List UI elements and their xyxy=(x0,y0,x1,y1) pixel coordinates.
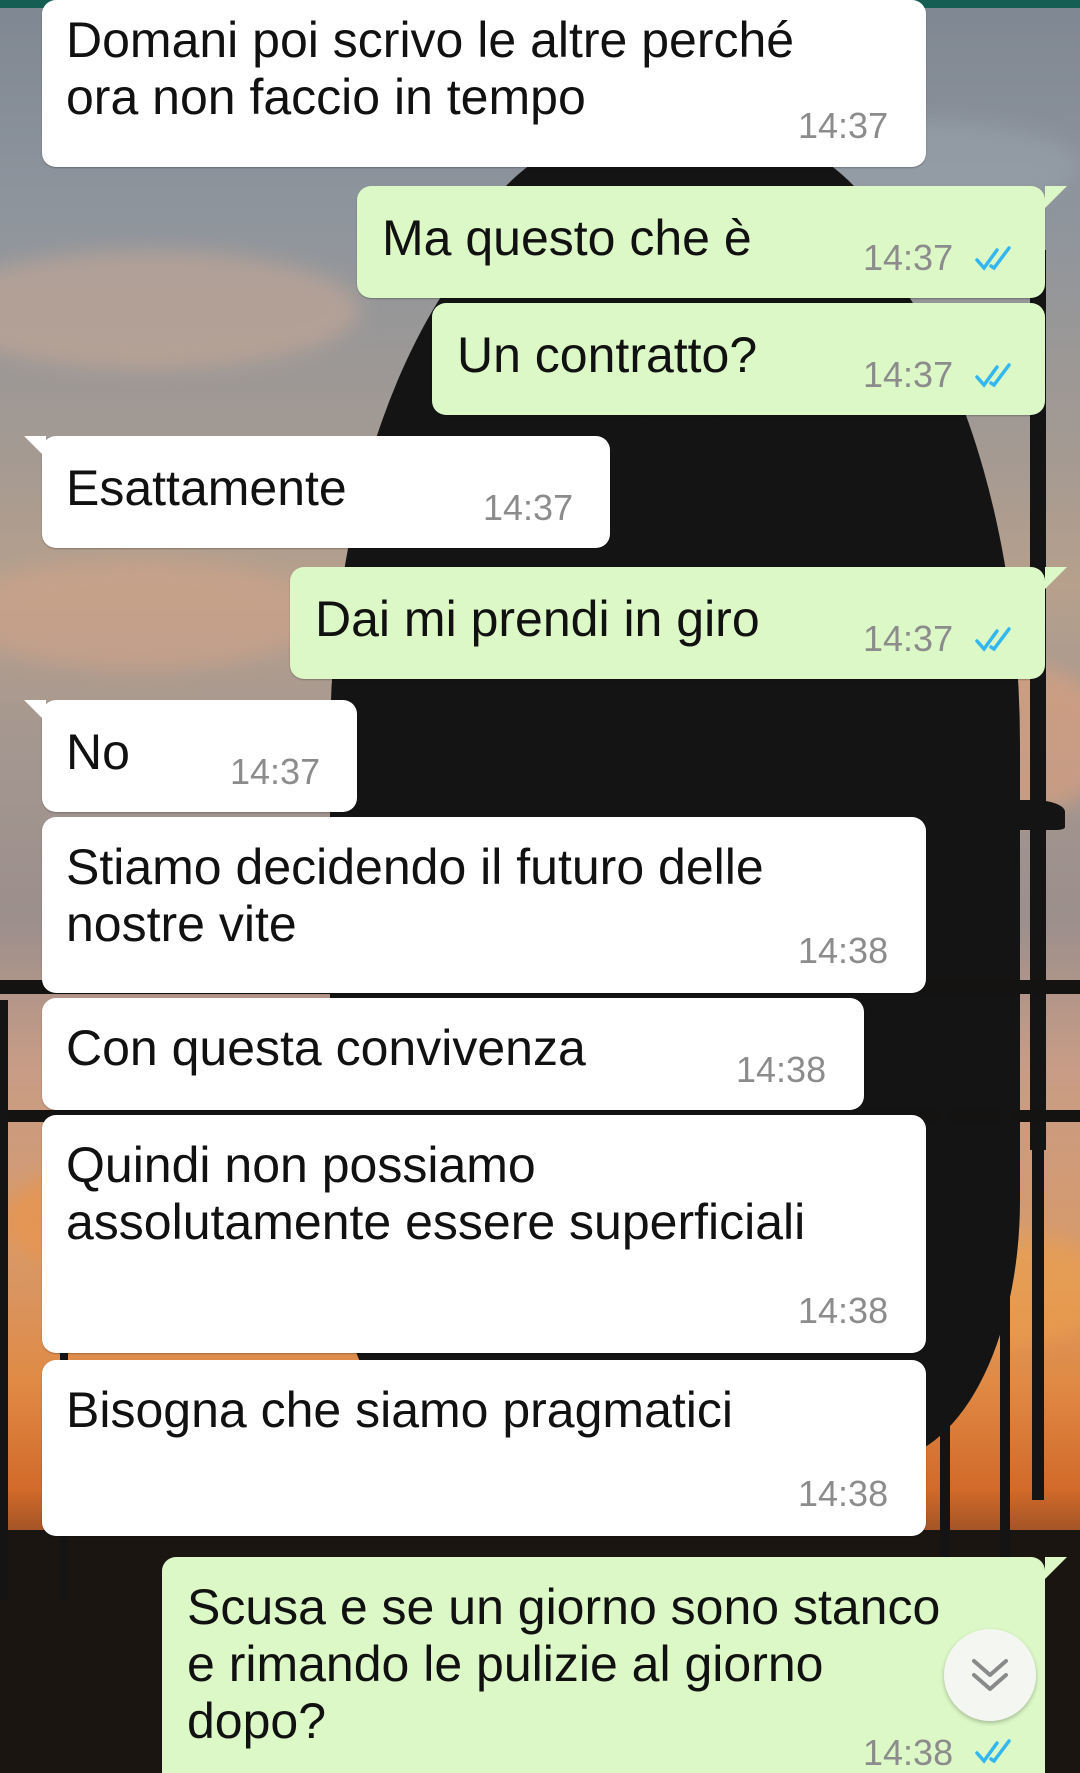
message-time: 14:38 xyxy=(798,1290,889,1331)
scroll-to-bottom-button[interactable] xyxy=(944,1629,1036,1721)
message-time: 14:37 xyxy=(483,487,574,528)
message-bubble-outgoing[interactable]: Un contratto? 14:37 xyxy=(432,303,1045,415)
message-time: 14:37 xyxy=(863,354,954,395)
message-text: Domani poi scrivo le altre perché ora no… xyxy=(66,12,795,125)
message-list[interactable]: Domani poi scrivo le altre perché ora no… xyxy=(0,0,1080,1773)
message-bubble-outgoing[interactable]: Ma questo che è 14:37 xyxy=(357,186,1067,298)
double-check-icon xyxy=(975,363,1011,388)
message-text: Stiamo decidendo il futuro delle nostre … xyxy=(66,839,764,952)
message-bubble-incoming[interactable]: Con questa convivenza 14:38 xyxy=(42,998,864,1110)
message-text: Bisogna che siamo pragmatici xyxy=(66,1382,733,1438)
double-check-icon xyxy=(975,246,1011,271)
chevron-double-down-icon xyxy=(972,1659,1008,1691)
message-time: 14:38 xyxy=(736,1049,827,1090)
message-text: Un contratto? xyxy=(457,327,758,383)
double-check-icon xyxy=(975,627,1011,652)
message-bubble-incoming[interactable]: Domani poi scrivo le altre perché ora no… xyxy=(42,0,926,167)
message-time: 14:37 xyxy=(230,751,321,792)
message-bubble-incoming[interactable]: No 14:37 xyxy=(24,700,357,812)
message-time: 14:38 xyxy=(863,1732,954,1773)
message-time: 14:37 xyxy=(863,237,954,278)
message-text: Quindi non possiamo assolutamente essere… xyxy=(66,1137,806,1250)
message-text: Dai mi prendi in giro xyxy=(315,591,760,647)
message-text: Con questa convivenza xyxy=(66,1020,586,1076)
message-text: Esattamente xyxy=(66,460,347,516)
message-time: 14:38 xyxy=(798,930,889,971)
message-bubble-incoming[interactable]: Esattamente 14:37 xyxy=(24,436,610,548)
message-time: 14:38 xyxy=(798,1473,889,1514)
message-time: 14:37 xyxy=(798,105,889,146)
message-text: Scusa e se un giorno sono stanco e riman… xyxy=(187,1579,941,1749)
double-check-icon xyxy=(975,1739,1011,1764)
message-time: 14:37 xyxy=(863,618,954,659)
message-bubble-incoming[interactable]: Stiamo decidendo il futuro delle nostre … xyxy=(42,817,926,993)
message-bubble-incoming[interactable]: Bisogna che siamo pragmatici 14:38 xyxy=(42,1360,926,1536)
message-bubble-incoming[interactable]: Quindi non possiamo assolutamente essere… xyxy=(42,1115,926,1353)
message-bubble-outgoing[interactable]: Dai mi prendi in giro 14:37 xyxy=(290,567,1067,679)
message-bubble-outgoing[interactable]: Scusa e se un giorno sono stanco e riman… xyxy=(162,1557,1067,1773)
message-text: Ma questo che è xyxy=(382,210,752,266)
message-text: No xyxy=(66,724,130,780)
